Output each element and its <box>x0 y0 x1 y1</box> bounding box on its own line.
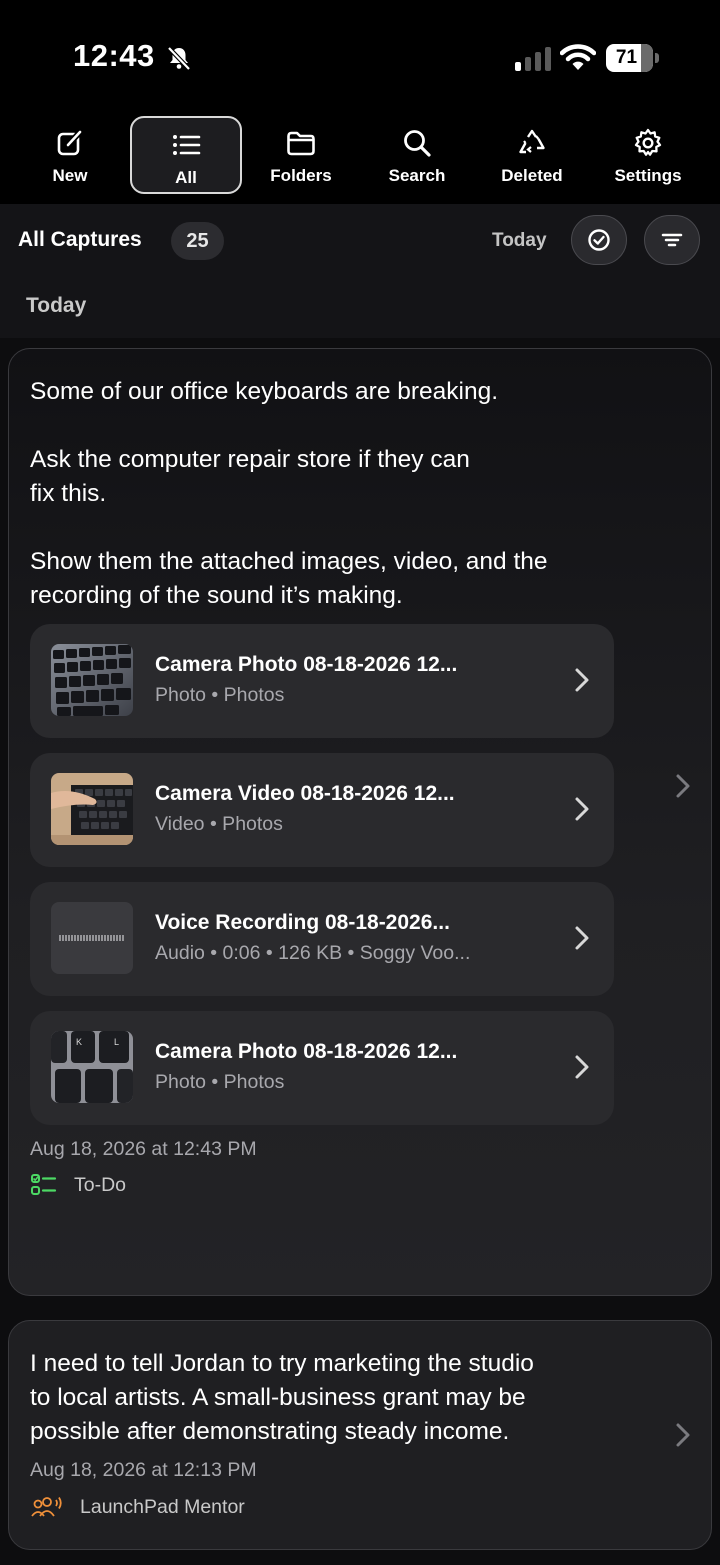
cellular-signal-icon <box>515 47 551 71</box>
search-icon <box>404 130 431 157</box>
settings-label: Settings <box>614 166 682 185</box>
folders-label: Folders <box>270 166 332 185</box>
attachment-subtitle: Video • Photos <box>155 813 283 835</box>
keyboard-photo-thumbnail <box>51 644 133 716</box>
tag-label: LaunchPad Mentor <box>80 1495 245 1518</box>
section-label: Today <box>26 294 87 317</box>
checklist-icon <box>31 1174 57 1195</box>
note-line: Some of our office keyboards are breakin… <box>30 378 499 405</box>
new-label: New <box>52 166 88 185</box>
capture-card[interactable]: I need to tell Jordan to try marketing t… <box>8 1320 712 1550</box>
attachment-title: Camera Video 08-18-2026 12... <box>155 782 455 805</box>
filter-button[interactable] <box>644 215 700 265</box>
bell-muted-icon <box>167 46 191 71</box>
chevron-right-icon[interactable] <box>675 773 691 799</box>
wifi-icon <box>560 44 596 70</box>
page-title: All Captures <box>18 228 142 251</box>
capture-date: Aug 18, 2026 at 12:43 PM <box>30 1138 257 1160</box>
settings-button[interactable]: Settings <box>593 116 703 194</box>
status-bar: 12:43 71 <box>0 0 720 110</box>
select-button[interactable] <box>571 215 627 265</box>
note-line: Ask the computer repair store if they ca… <box>30 446 470 473</box>
capture-tag[interactable]: LaunchPad Mentor <box>30 1495 245 1519</box>
attachment-subtitle: Photo • Photos <box>155 1071 285 1093</box>
attachment-subtitle: Audio • 0:06 • 126 KB • Soggy Voo... <box>155 942 471 964</box>
all-button[interactable]: All <box>130 116 242 194</box>
new-button[interactable]: New <box>15 116 125 194</box>
chevron-right-icon <box>575 926 589 950</box>
chevron-right-icon <box>575 1055 589 1079</box>
list-icon <box>173 135 201 155</box>
folder-icon <box>287 131 315 156</box>
attachment-item[interactable]: Camera Video 08-18-2026 12... Video • Ph… <box>30 753 614 867</box>
search-label: Search <box>388 166 446 185</box>
attachment-title: Camera Photo 08-18-2026 12... <box>155 653 458 676</box>
attachment-title: Camera Photo 08-18-2026 12... <box>155 1040 458 1063</box>
captures-count-badge: 25 <box>171 222 224 260</box>
battery-level: 71 <box>615 47 638 68</box>
chevron-right-icon <box>575 797 589 821</box>
checkmark-circle-icon <box>588 229 610 251</box>
tag-label: To-Do <box>74 1173 127 1196</box>
folders-button[interactable]: Folders <box>246 116 356 194</box>
note-line: recording of the sound it’s making. <box>30 582 403 609</box>
battery-indicator: 71 <box>606 44 659 72</box>
keyboard-video-thumbnail <box>51 773 133 845</box>
gear-icon <box>634 128 662 156</box>
chevron-right-icon[interactable] <box>675 1422 691 1448</box>
attachment-item[interactable]: Voice Recording 08-18-2026... Audio • 0:… <box>30 882 614 996</box>
group-speaking-icon <box>31 1497 62 1517</box>
filter-icon <box>661 233 683 247</box>
attachment-subtitle: Photo • Photos <box>155 684 285 706</box>
recycle-icon <box>519 129 545 154</box>
note-line: I need to tell Jordan to try marketing t… <box>30 1350 534 1377</box>
all-label: All <box>175 168 197 187</box>
note-line: possible after demonstrating steady inco… <box>30 1418 510 1445</box>
attachment-item[interactable]: K L Camera Photo 08-18-2026 12... Photo … <box>30 1011 614 1125</box>
top-toolbar: New All Folders Search Deleted Settings <box>0 110 720 204</box>
note-line: to local artists. A small-business grant… <box>30 1384 526 1411</box>
note-line: fix this. <box>30 480 107 507</box>
svg-text:L: L <box>114 1037 119 1047</box>
status-time: 12:43 <box>73 38 155 73</box>
svg-text:K: K <box>76 1037 82 1047</box>
keycaps-photo-thumbnail: K L <box>51 1031 133 1103</box>
compose-icon <box>57 129 83 156</box>
capture-card[interactable]: Some of our office keyboards are breakin… <box>8 348 712 1296</box>
deleted-label: Deleted <box>501 166 563 185</box>
attachment-title: Voice Recording 08-18-2026... <box>155 911 450 934</box>
capture-tag[interactable]: To-Do <box>30 1173 126 1197</box>
captures-header: All Captures 25 Today <box>0 204 720 276</box>
note-line: Show them the attached images, video, an… <box>30 548 548 575</box>
sort-label[interactable]: Today <box>492 230 547 252</box>
deleted-button[interactable]: Deleted <box>477 116 587 194</box>
waveform-thumbnail <box>51 902 133 974</box>
attachment-item[interactable]: Camera Photo 08-18-2026 12... Photo • Ph… <box>30 624 614 738</box>
capture-date: Aug 18, 2026 at 12:13 PM <box>30 1459 257 1481</box>
search-button[interactable]: Search <box>362 116 472 194</box>
chevron-right-icon <box>575 668 589 692</box>
section-header <box>0 276 720 338</box>
